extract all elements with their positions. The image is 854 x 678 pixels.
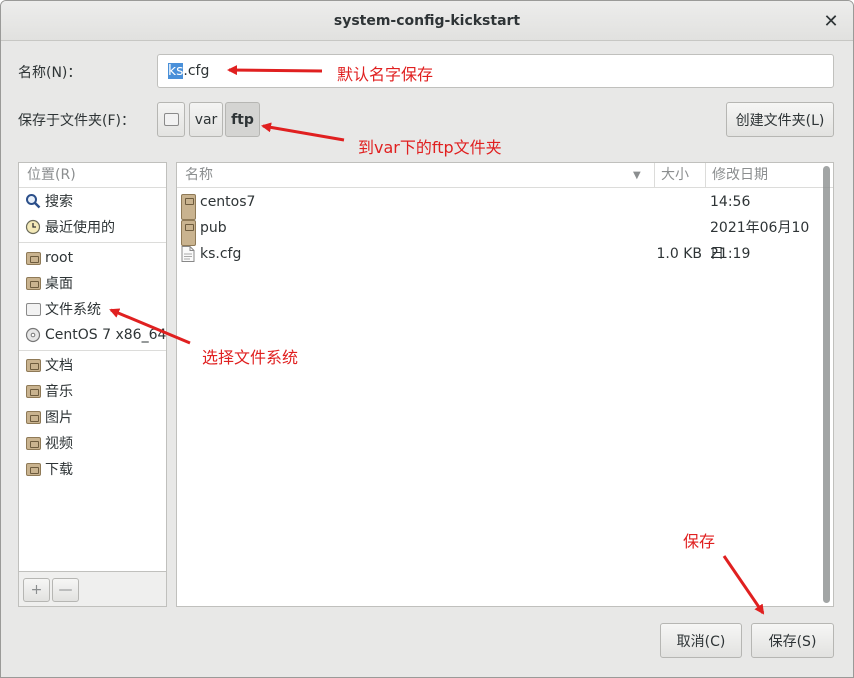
annotation-arrow-name [227,65,323,76]
annotation-arrow-filesystem [109,308,191,345]
annotation-folder-text: 到var下的ftp文件夹 [358,138,502,157]
annotation-arrow-folder [261,122,345,142]
annotation-filesystem-text: 选择文件系统 [202,348,299,367]
annotation-save-text: 保存 [683,532,716,551]
annotation-arrow-save [722,555,765,615]
annotation-arrows [109,65,765,615]
annotation-name-text: 默认名字保存 [337,65,434,84]
